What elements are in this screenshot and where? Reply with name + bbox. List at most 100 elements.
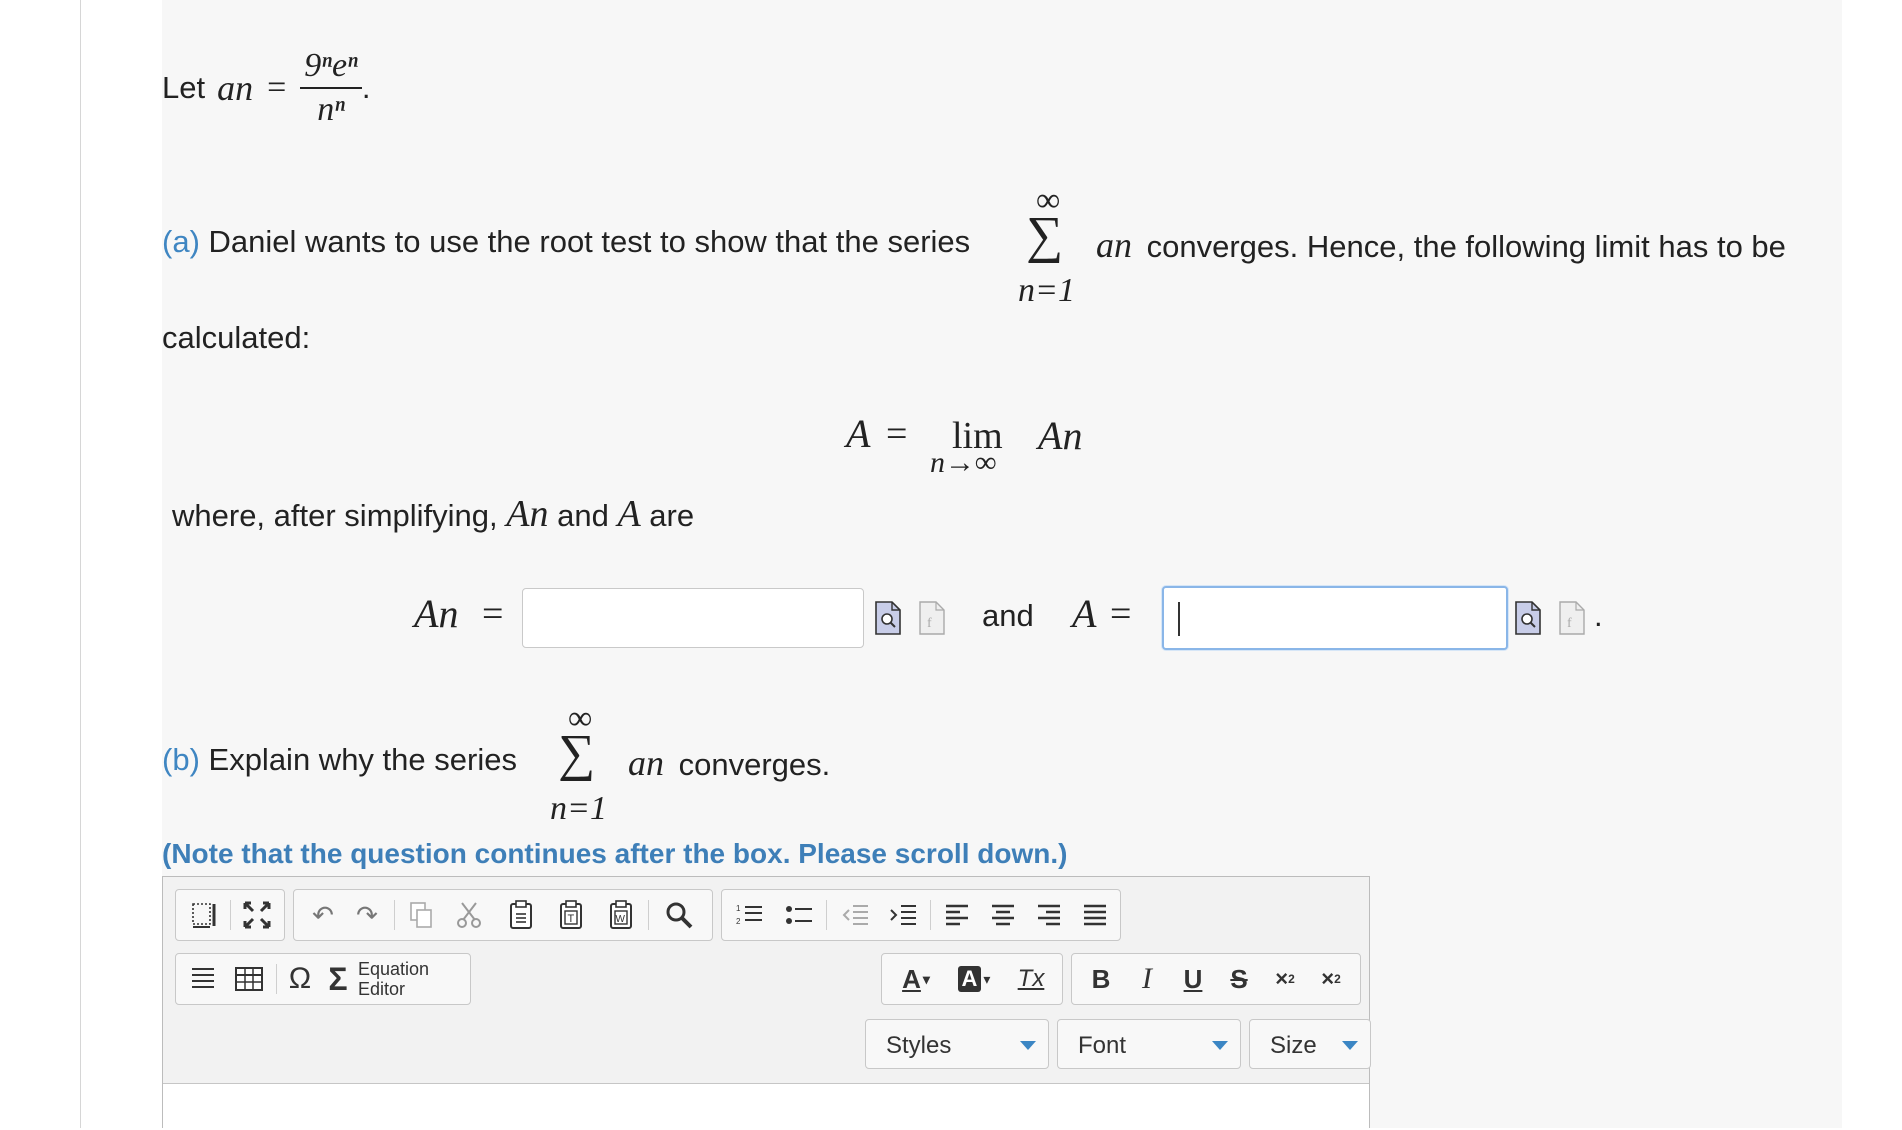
where-text: where, after simplifying, — [172, 498, 498, 533]
undo-icon[interactable]: ↶ — [300, 890, 346, 940]
svg-text:W: W — [616, 914, 626, 925]
part-b-line: (b) Explain why the series — [162, 742, 517, 778]
equation-editor-button[interactable]: Equation Editor — [358, 954, 458, 1004]
where-and: and — [557, 498, 609, 533]
subscript-button[interactable]: × 2 — [1262, 954, 1308, 1004]
chevron-down-icon — [1212, 1041, 1228, 1050]
remove-format-icon[interactable]: Tx — [1008, 954, 1054, 1004]
sum-b-lower: n=1 — [550, 790, 607, 827]
superscript-button[interactable]: × 2 — [1308, 954, 1354, 1004]
part-a-line: (a) Daniel wants to use the root test to… — [162, 224, 970, 260]
increase-indent-icon[interactable] — [880, 890, 926, 940]
sum-symbol: ∑ — [1026, 207, 1064, 264]
a-n-term-b: an — [628, 743, 664, 783]
part-b-text-2: converges. — [678, 747, 831, 782]
part-b-marker: (b) — [162, 742, 200, 777]
text-caret — [1178, 602, 1180, 636]
a-n-symbol: an — [217, 68, 254, 108]
equals-sign: = — [267, 69, 287, 106]
text-color-button[interactable]: A ▾ — [892, 954, 940, 1004]
answer-An-input[interactable] — [522, 588, 864, 648]
toolbar-group-colors: A ▾ A ▾ Tx — [881, 953, 1063, 1005]
answer-A-input[interactable] — [1162, 586, 1508, 650]
where-line: where, after simplifying, An and A are — [172, 492, 694, 536]
part-b-continued: an converges. — [628, 742, 830, 784]
where-A-n: An — [506, 493, 549, 535]
show-blocks-icon[interactable] — [182, 890, 228, 940]
period: . — [361, 70, 371, 105]
numbered-list-icon[interactable]: 12 — [726, 890, 772, 940]
formula-icon-2[interactable]: f — [1558, 600, 1586, 636]
answer-and: and — [982, 598, 1034, 633]
fraction: 9ⁿeⁿ nⁿ — [300, 45, 362, 131]
italic-button[interactable]: I — [1124, 954, 1170, 1004]
font-dropdown[interactable]: Font — [1057, 1019, 1241, 1069]
let-word: Let — [162, 70, 206, 105]
answer-equals-2: = — [1110, 593, 1132, 635]
svg-text:2: 2 — [736, 917, 741, 926]
part-a-text-2: converges. Hence, the following limit ha… — [1146, 229, 1786, 264]
chevron-down-icon — [1342, 1041, 1358, 1050]
underline-button[interactable]: U — [1170, 954, 1216, 1004]
horizontal-line-icon[interactable] — [180, 954, 226, 1004]
equation-editor-icon[interactable]: Σ — [320, 954, 356, 1004]
paste-word-icon[interactable]: W — [598, 890, 644, 940]
limit-equals: = — [886, 413, 908, 455]
answer-period: . — [1594, 598, 1603, 633]
answer-equals-1: = — [482, 593, 504, 635]
left-border — [80, 0, 81, 1128]
table-icon[interactable] — [226, 954, 272, 1004]
copy-icon[interactable] — [398, 890, 444, 940]
where-A: A — [617, 493, 641, 535]
sum-lower-limit: n=1 — [1018, 272, 1075, 309]
special-char-icon[interactable]: Ω — [280, 954, 320, 1004]
cut-icon[interactable] — [446, 890, 492, 940]
toolbar-group-basic-styles: B I U S × 2 × 2 — [1071, 953, 1361, 1005]
align-justify-icon[interactable] — [1072, 890, 1118, 940]
preview-icon-2[interactable] — [1514, 600, 1542, 636]
toolbar-group-clipboard: ↶ ↷ T W — [293, 889, 713, 941]
chevron-down-icon — [1020, 1041, 1036, 1050]
find-icon[interactable] — [654, 890, 704, 940]
align-center-icon[interactable] — [980, 890, 1026, 940]
preview-icon[interactable] — [874, 600, 902, 636]
answer-A-label: A — [1072, 591, 1097, 636]
part-a-calculated: calculated: — [162, 320, 311, 355]
part-a-continued: an converges. Hence, the following limit… — [1096, 224, 1786, 266]
limit-subscript: n→∞ — [930, 446, 997, 479]
maximize-icon[interactable] — [234, 890, 280, 940]
toolbar-group-view — [175, 889, 285, 941]
svg-text:1: 1 — [736, 904, 741, 913]
paste-icon[interactable] — [498, 890, 544, 940]
bold-button[interactable]: B — [1078, 954, 1124, 1004]
fraction-denominator: nⁿ — [317, 91, 345, 128]
fraction-numerator: 9ⁿeⁿ — [304, 47, 358, 84]
strikethrough-button[interactable]: S — [1216, 954, 1262, 1004]
align-left-icon[interactable] — [934, 890, 980, 940]
styles-dropdown[interactable]: Styles — [865, 1019, 1049, 1069]
formula-icon[interactable]: f — [918, 600, 946, 636]
answer-A-n-label: An — [414, 591, 459, 636]
sum-b-symbol: ∑ — [558, 725, 596, 782]
decrease-indent-icon[interactable] — [832, 890, 878, 940]
svg-text:f: f — [927, 616, 932, 631]
svg-text:T: T — [568, 913, 575, 925]
scroll-note: (Note that the question continues after … — [162, 838, 1068, 869]
paste-text-icon[interactable]: T — [548, 890, 594, 940]
part-a-text: Daniel wants to use the root test to sho… — [208, 224, 971, 259]
toolbar-group-paragraph: 12 — [721, 889, 1121, 941]
size-dropdown[interactable]: Size — [1249, 1019, 1371, 1069]
limit-A: A — [846, 411, 871, 456]
background-color-button[interactable]: A ▾ — [950, 954, 998, 1004]
problem-definition: Let an = 9ⁿeⁿ nⁿ . — [162, 38, 370, 138]
redo-icon[interactable]: ↷ — [344, 890, 390, 940]
part-a-marker: (a) — [162, 224, 200, 259]
rich-text-editor: ↶ ↷ T W 12 Ω Σ Equation Editor A ▾ A ▾ T… — [162, 876, 1371, 1130]
align-right-icon[interactable] — [1026, 890, 1072, 940]
toolbar-group-insert: Ω Σ Equation Editor — [175, 953, 471, 1005]
svg-text:f: f — [1567, 616, 1572, 631]
where-are: are — [649, 498, 695, 533]
bulleted-list-icon[interactable] — [776, 890, 822, 940]
a-n-term: an — [1096, 225, 1132, 265]
editor-content-area[interactable] — [163, 1083, 1369, 1130]
